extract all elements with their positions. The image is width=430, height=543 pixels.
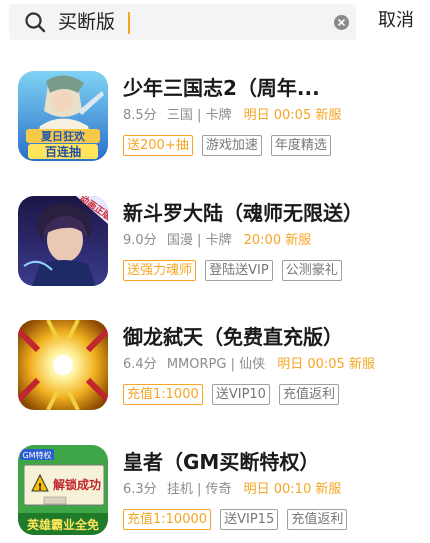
tag: 年度精选: [270, 135, 331, 156]
server-release: 明日 00:10 新服: [243, 482, 342, 497]
game-icon-yulong-shitian[interactable]: [18, 320, 108, 410]
game-rating: 6.4分: [123, 357, 157, 372]
game-genres: 国漫 | 卡牌: [166, 233, 232, 248]
tag-highlight: 充值1:10000: [123, 509, 212, 530]
tag-group: 送强力魂师 登陆送VIP 公测豪礼: [123, 260, 346, 282]
game-list-item[interactable]: GM特权 ! 解锁成功 英雄霸业全免 皇者（GM买断特权） 6.3分 挂机 | …: [0, 445, 430, 543]
text-caret: [128, 12, 130, 34]
cancel-button[interactable]: 取消: [378, 8, 414, 34]
svg-text:百连抽: 百连抽: [45, 144, 81, 159]
game-genres: MMORPG | 仙侠: [166, 357, 266, 372]
tag-group: 充值1:1000 送VIP10 充值返利: [123, 384, 343, 406]
game-title[interactable]: 少年三国志2（周年...: [123, 75, 320, 101]
game-meta: 9.0分 国漫 | 卡牌 20:00 新服: [123, 232, 311, 250]
tag-highlight: 送强力魂师: [123, 260, 197, 281]
game-list-item[interactable]: 夏日狂欢 百连抽 少年三国志2（周年... 8.5分 三国 | 卡牌 明日 00…: [0, 71, 430, 193]
game-list-item[interactable]: 动画正版 新斗罗大陆（魂师无限送） 9.0分 国漫 | 卡牌 20:00 新服 …: [0, 196, 430, 318]
tag: 充值返利: [287, 509, 348, 530]
server-release: 20:00 新服: [243, 233, 312, 248]
game-title[interactable]: 新斗罗大陆（魂师无限送）: [123, 200, 363, 226]
search-input[interactable]: [58, 8, 318, 36]
search-icon: [25, 12, 46, 33]
game-meta: 6.4分 MMORPG | 仙侠 明日 00:05 新服: [123, 356, 375, 374]
game-rating: 9.0分: [123, 233, 157, 248]
svg-text:!: !: [38, 482, 43, 493]
game-icon-huangzhe[interactable]: GM特权 ! 解锁成功 英雄霸业全免: [18, 445, 108, 535]
game-title[interactable]: 御龙弑天（免费直充版）: [123, 324, 343, 350]
tag: 游戏加速: [201, 135, 262, 156]
tag: 登陆送VIP: [205, 260, 273, 281]
clear-icon[interactable]: [334, 15, 349, 30]
tag-highlight: 送200+抽: [123, 135, 193, 156]
svg-text:英雄霸业全免: 英雄霸业全免: [27, 517, 99, 532]
tag-highlight: 充值1:1000: [123, 384, 203, 405]
game-meta: 8.5分 三国 | 卡牌 明日 00:05 新服: [123, 107, 341, 125]
game-icon-xin-douluo-dalu[interactable]: 动画正版: [18, 196, 108, 286]
tag: 公测豪礼: [281, 260, 342, 281]
server-release: 明日 00:05 新服: [277, 357, 375, 372]
game-title[interactable]: 皇者（GM买断特权）: [123, 449, 319, 475]
svg-text:解锁成功: 解锁成功: [53, 477, 101, 492]
svg-text:GM特权: GM特权: [22, 450, 51, 460]
search-bar: [9, 4, 356, 40]
svg-text:夏日狂欢: 夏日狂欢: [41, 129, 86, 143]
game-genres: 挂机 | 传奇: [166, 482, 232, 497]
game-meta: 6.3分 挂机 | 传奇 明日 00:10 新服: [123, 481, 341, 499]
tag-group: 送200+抽 游戏加速 年度精选: [123, 135, 335, 157]
game-list-item[interactable]: 御龙弑天（免费直充版） 6.4分 MMORPG | 仙侠 明日 00:05 新服…: [0, 320, 430, 442]
game-genres: 三国 | 卡牌: [166, 108, 232, 123]
game-rating: 6.3分: [123, 482, 157, 497]
tag: 充值返利: [279, 384, 340, 405]
tag-group: 充值1:10000 送VIP15 充值返利: [123, 509, 351, 531]
game-icon-shaonian-sanguozhi[interactable]: 夏日狂欢 百连抽: [18, 71, 108, 161]
tag: 送VIP15: [220, 509, 279, 530]
tag: 送VIP10: [211, 384, 270, 405]
server-release: 明日 00:05 新服: [243, 108, 342, 123]
game-rating: 8.5分: [123, 108, 157, 123]
